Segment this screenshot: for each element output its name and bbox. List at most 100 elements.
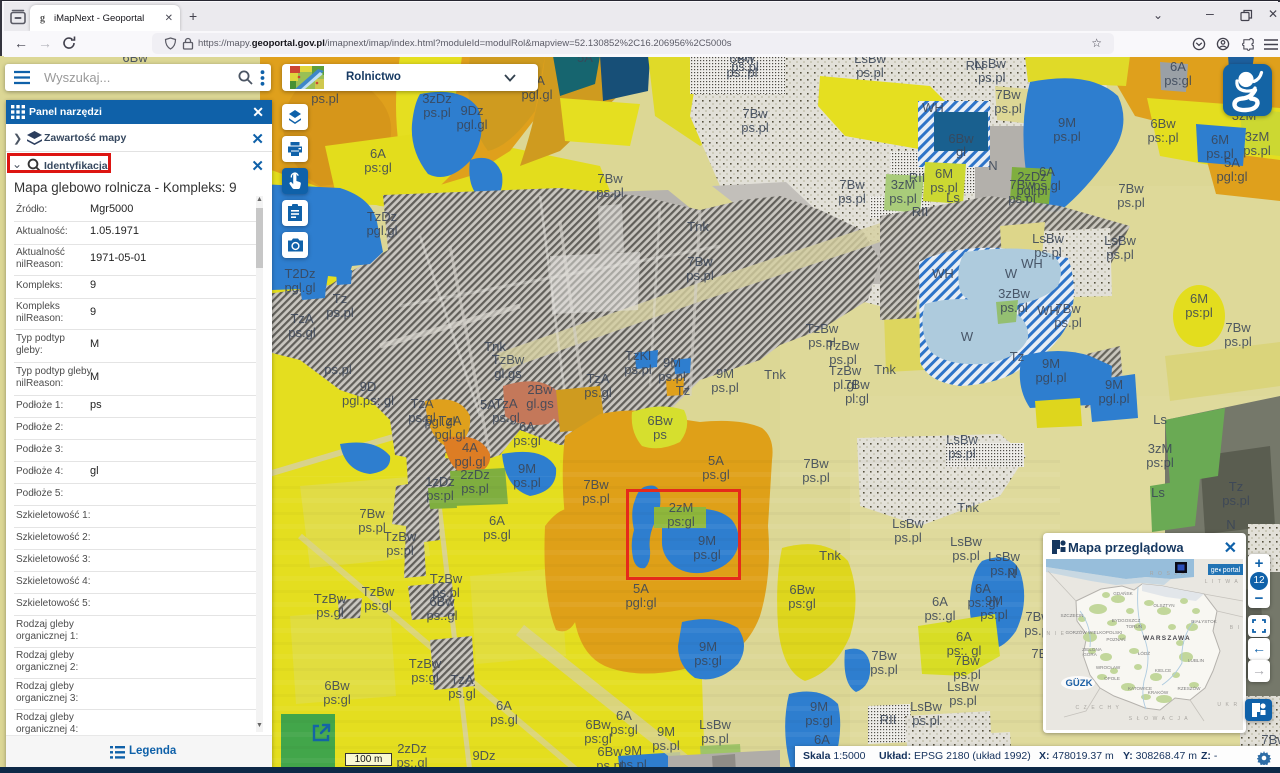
- svg-text:ps.pl: ps.pl: [1222, 493, 1250, 508]
- svg-text:L I T W A: L I T W A: [1205, 579, 1240, 585]
- svg-text:pgl:gl: pgl:gl: [1216, 169, 1247, 184]
- svg-text:TzBw: TzBw: [806, 321, 839, 336]
- svg-text:pgl.ps:.gl: pgl.ps:.gl: [342, 393, 394, 408]
- svg-text:WH: WH: [1021, 256, 1043, 271]
- svg-text:ps.pl: ps.pl: [701, 731, 729, 746]
- svg-text:pgl.gl: pgl.gl: [456, 117, 487, 132]
- svg-text:ps.gl: ps.gl: [702, 467, 730, 482]
- svg-text:7Bw: 7Bw: [359, 506, 385, 521]
- svg-text:ps:.gl: ps:.gl: [967, 595, 998, 610]
- svg-text:ps.gl: ps.gl: [316, 605, 344, 620]
- svg-text:ps.pl: ps.pl: [582, 491, 610, 506]
- svg-text:ps.pl: ps.pl: [1243, 143, 1271, 158]
- svg-text:W: W: [1005, 266, 1018, 281]
- svg-text:ps.gl: ps.gl: [490, 712, 518, 727]
- svg-text:6A: 6A: [489, 513, 505, 528]
- svg-text:ps.pl: ps.pl: [686, 268, 714, 283]
- svg-text:ps.pl: ps.pl: [731, 59, 759, 74]
- svg-text:ps.pl: ps.pl: [1106, 247, 1134, 262]
- svg-text:WROCŁAW: WROCŁAW: [1096, 665, 1121, 670]
- svg-text:7Bw: 7Bw: [742, 106, 768, 121]
- svg-text:TzBw: TzBw: [827, 338, 860, 353]
- svg-text:ps.pl: ps.pl: [930, 180, 958, 195]
- svg-text:7Bw: 7Bw: [839, 177, 865, 192]
- svg-text:LsBw: LsBw: [910, 699, 942, 714]
- svg-text:TzBw: TzBw: [430, 571, 463, 586]
- svg-text:ps.pl: ps.pl: [326, 305, 354, 320]
- svg-text:Tz: Tz: [1010, 349, 1024, 364]
- svg-text:N I E: N I E: [1046, 631, 1065, 637]
- svg-text:7Bw: 7Bw: [1225, 320, 1251, 335]
- svg-text:9M: 9M: [663, 355, 681, 370]
- svg-text:GÓRA: GÓRA: [1083, 651, 1097, 657]
- svg-text:TzBw: TzBw: [362, 584, 395, 599]
- svg-text:Tnk: Tnk: [819, 548, 841, 563]
- svg-text:9Dz: 9Dz: [460, 103, 483, 118]
- svg-text:ps:pl: ps:pl: [1146, 455, 1174, 470]
- svg-text:ps.pl: ps.pl: [952, 548, 980, 563]
- svg-text:ps.pl: ps.pl: [423, 105, 451, 120]
- svg-text:GDAŃSK: GDAŃSK: [1113, 590, 1133, 596]
- svg-text:ps:pl: ps:pl: [386, 543, 414, 558]
- svg-text:LsBw: LsBw: [699, 717, 731, 732]
- svg-text:6Bw: 6Bw: [324, 678, 350, 693]
- svg-text:Ls: Ls: [1153, 412, 1167, 427]
- svg-text:gl: gl: [956, 144, 966, 159]
- svg-text:6A: 6A: [814, 732, 830, 747]
- svg-text:LsBw: LsBw: [950, 534, 982, 549]
- svg-text:S Ł O W A C J A: S Ł O W A C J A: [1129, 716, 1189, 722]
- svg-text:ps.pl: ps.pl: [513, 475, 541, 490]
- svg-text:7Bw: 7Bw: [583, 477, 609, 492]
- svg-text:ps.pl: ps.pl: [994, 101, 1022, 116]
- svg-text:TzBw: TzBw: [409, 656, 442, 671]
- svg-text:BYDGOSZCZ: BYDGOSZCZ: [1112, 618, 1141, 623]
- svg-text:LUBLIN: LUBLIN: [1188, 658, 1204, 663]
- svg-text:ps.pl: ps.pl: [1224, 334, 1252, 349]
- svg-text:Tnk: Tnk: [764, 367, 786, 382]
- svg-text:TzBw: TzBw: [492, 352, 525, 367]
- svg-text:ps:gl: ps:gl: [323, 692, 351, 707]
- svg-text:ps.pl: ps.pl: [461, 481, 489, 496]
- svg-text:6M: 6M: [1211, 132, 1229, 147]
- svg-text:ps.gl: ps.gl: [584, 385, 612, 400]
- svg-text:RII: RII: [912, 204, 929, 219]
- svg-text:9M: 9M: [624, 743, 642, 758]
- svg-text:GORZÓW WIELKOPOLSKI: GORZÓW WIELKOPOLSKI: [1066, 629, 1123, 635]
- svg-text:ps:gl: ps:gl: [694, 653, 722, 668]
- svg-text:2Bw: 2Bw: [527, 382, 553, 397]
- svg-text:KRAKÓW: KRAKÓW: [1148, 689, 1169, 695]
- svg-text:6Bw: 6Bw: [429, 594, 455, 609]
- svg-text:6A: 6A: [956, 629, 972, 644]
- svg-text:N: N: [988, 158, 997, 173]
- svg-text:7Bw: 7Bw: [687, 254, 713, 269]
- svg-text:6Bw: 6Bw: [647, 413, 673, 428]
- svg-text:.ps.pl: .ps.pl: [974, 70, 1005, 85]
- svg-text:9Dz: 9Dz: [472, 748, 495, 763]
- svg-text:TzBw: TzBw: [384, 529, 417, 544]
- svg-text:LsBw: LsBw: [988, 549, 1020, 564]
- svg-text:7Bw: 7Bw: [995, 87, 1021, 102]
- svg-text:ps.gl: ps.gl: [448, 686, 476, 701]
- svg-text:3zDz: 3zDz: [422, 91, 452, 106]
- svg-text:ps.gl: ps.gl: [288, 325, 316, 340]
- svg-text:ps.pl: ps.pl: [596, 185, 624, 200]
- svg-text:5A: 5A: [480, 397, 496, 412]
- svg-text:6Bw: 6Bw: [585, 717, 611, 732]
- svg-text:3zM: 3zM: [1148, 441, 1173, 456]
- svg-text:7Bw: 7Bw: [1261, 732, 1280, 747]
- svg-text:LsBw: LsBw: [974, 56, 1006, 71]
- svg-text:6A: 6A: [370, 146, 386, 161]
- svg-text:TzA: TzA: [290, 311, 313, 326]
- svg-text:5A: 5A: [708, 453, 724, 468]
- svg-text:TzKl: TzKl: [625, 348, 651, 363]
- svg-text:ps.pl: ps.pl: [838, 191, 866, 206]
- svg-text:Tz: Tz: [333, 291, 347, 306]
- svg-text:7Bw: 7Bw: [1009, 177, 1035, 192]
- svg-text:ps:gl: ps:gl: [513, 433, 541, 448]
- svg-text:KIELCE: KIELCE: [1155, 668, 1171, 673]
- svg-text:9M: 9M: [716, 366, 734, 381]
- svg-text:ps.pl: ps.pl: [802, 470, 830, 485]
- svg-text:TzBw: TzBw: [829, 363, 862, 378]
- svg-text:ŁÓDŹ: ŁÓDŹ: [1138, 650, 1150, 656]
- svg-text:pgl.gl: pgl.gl: [424, 414, 455, 429]
